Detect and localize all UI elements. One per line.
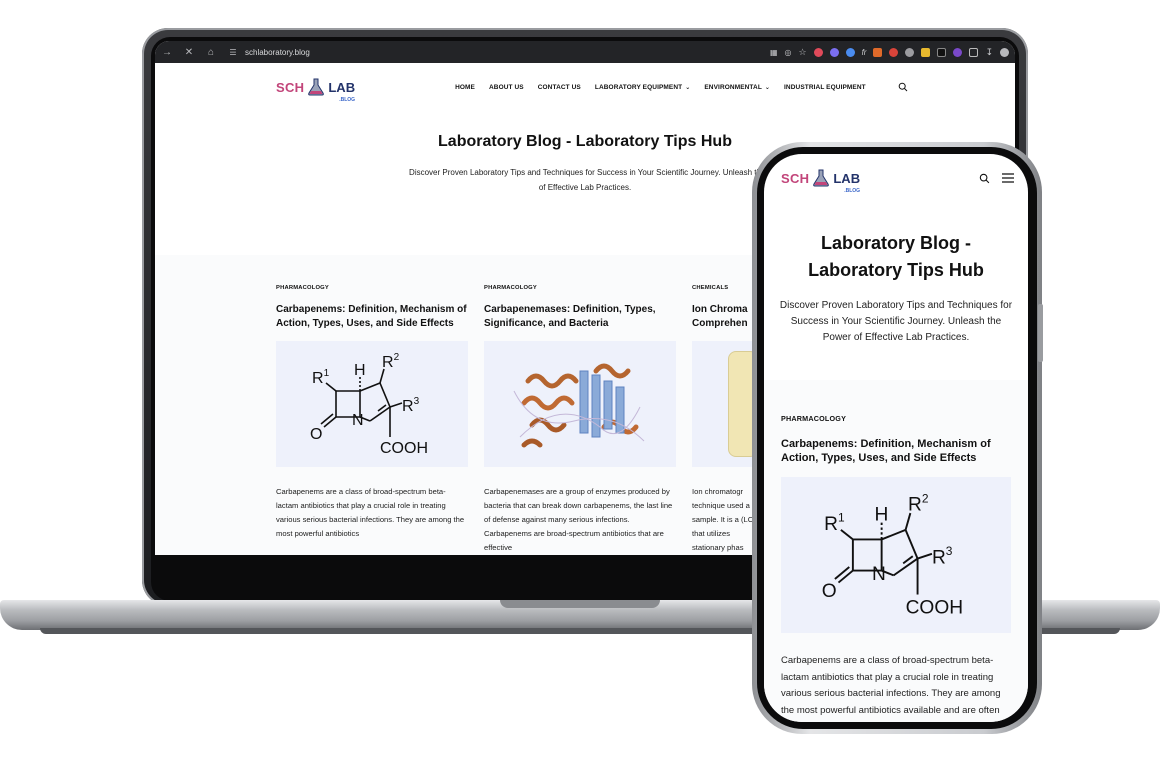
logo-sch: SCH bbox=[276, 79, 305, 95]
phone-screen: SCH LAB .BLOG Laboratory Blog - Laborato… bbox=[764, 154, 1028, 722]
extension-icon[interactable] bbox=[937, 47, 947, 57]
puzzle-icon[interactable] bbox=[969, 47, 979, 57]
search-icon[interactable] bbox=[979, 173, 990, 184]
page-subtitle: Discover Proven Laboratory Tips and Tech… bbox=[779, 300, 1013, 343]
post-excerpt: Carbapenems are a class of broad-spectru… bbox=[781, 655, 1001, 722]
main-menu: HOME ABOUT US CONTACT US LABORATORY EQUI… bbox=[455, 82, 908, 92]
logo-blog: .BLOG bbox=[339, 97, 356, 103]
molecule-diagram: R1 H R2 R3 N O COOH bbox=[310, 352, 428, 457]
page-title: Laboratory Blog - Laboratory Tips Hub bbox=[764, 230, 1028, 284]
post-excerpt: Carbapenemases are a group of enzymes pr… bbox=[484, 487, 673, 552]
molecule-label: R2 bbox=[908, 491, 929, 515]
star-icon[interactable]: ☆ bbox=[798, 47, 806, 58]
chevron-down-icon: ⌄ bbox=[685, 84, 691, 91]
subtitle-line: of Effective Lab Practices. bbox=[538, 183, 632, 192]
hamburger-menu-icon[interactable] bbox=[1002, 173, 1014, 183]
browser-toolbar: → ✕ ⌂ ☰ schlaboratory.blog ▦ ◎ ☆ fr ↧ bbox=[155, 41, 1015, 63]
extension-icon[interactable] bbox=[829, 47, 839, 57]
chevron-down-icon: ⌄ bbox=[764, 84, 771, 91]
menu-item-industrial-equipment[interactable]: INDUSTRIAL EQUIPMENT bbox=[784, 84, 866, 91]
menu-item-label: ENVIRONMENTAL bbox=[704, 83, 762, 91]
extension-icon[interactable] bbox=[813, 47, 823, 57]
post-title[interactable]: Carbapenems: Definition, Mechanism of Ac… bbox=[276, 303, 468, 331]
title-line: Laboratory Blog - bbox=[820, 233, 971, 253]
molecule-label: R3 bbox=[932, 544, 953, 568]
extension-icon[interactable] bbox=[921, 47, 931, 57]
address-bar[interactable]: ☰ schlaboratory.blog bbox=[227, 48, 760, 57]
site-logo[interactable]: SCH LAB .BLOG bbox=[781, 168, 861, 194]
flask-icon bbox=[813, 169, 830, 187]
subtitle-line: Discover Proven Laboratory Tips and Tech… bbox=[409, 168, 761, 177]
phone-side-button bbox=[1038, 304, 1043, 362]
eye-off-icon[interactable]: ◎ bbox=[785, 48, 792, 57]
molecule-label: O bbox=[310, 426, 322, 443]
home-icon[interactable]: ⌂ bbox=[205, 47, 217, 58]
search-icon[interactable] bbox=[898, 82, 908, 92]
extension-icon[interactable] bbox=[845, 47, 855, 57]
menu-item-home[interactable]: HOME bbox=[455, 84, 475, 91]
title-line: Laboratory Tips Hub bbox=[808, 260, 984, 280]
molecule-label: COOH bbox=[380, 440, 428, 457]
logo-lab: LAB bbox=[328, 79, 356, 95]
laptop-notch bbox=[500, 600, 660, 608]
avatar[interactable] bbox=[1000, 47, 1009, 57]
molecule-label: R3 bbox=[402, 396, 420, 415]
post-thumbnail[interactable] bbox=[484, 341, 676, 467]
post-category[interactable]: PHARMACOLOGY bbox=[781, 414, 1011, 423]
post-category[interactable]: PHARMACOLOGY bbox=[484, 285, 676, 291]
close-icon[interactable]: ✕ bbox=[183, 47, 195, 58]
post-category[interactable]: PHARMACOLOGY bbox=[276, 285, 468, 291]
logo-lab: LAB bbox=[833, 170, 861, 186]
flask-icon bbox=[308, 78, 325, 96]
mobile-post-list: PHARMACOLOGY Carbapenems: Definition, Me… bbox=[764, 380, 1028, 722]
post-title[interactable]: Carbapenemases: Definition, Types, Signi… bbox=[484, 303, 676, 331]
extensions-row: ▦ ◎ ☆ fr ↧ bbox=[770, 47, 1009, 58]
extension-icon[interactable] bbox=[905, 47, 915, 57]
menu-item-label: LABORATORY EQUIPMENT bbox=[594, 83, 683, 91]
site-header: SCH LAB .BLOG HOME ABOUT US CONTACT US L… bbox=[155, 63, 1015, 111]
molecule-label: COOH bbox=[906, 598, 963, 619]
site-info-icon[interactable]: ☰ bbox=[227, 48, 239, 57]
site-logo[interactable]: SCH LAB .BLOG bbox=[276, 77, 356, 103]
logo-sch: SCH bbox=[781, 170, 810, 186]
extension-icon[interactable]: fr bbox=[862, 48, 867, 57]
menu-item-contact-us[interactable]: CONTACT US bbox=[538, 84, 581, 91]
menu-item-environmental[interactable]: ENVIRONMENTAL ⌄ bbox=[704, 84, 770, 91]
menu-item-laboratory-equipment[interactable]: LABORATORY EQUIPMENT ⌄ bbox=[595, 84, 691, 91]
url-text[interactable]: schlaboratory.blog bbox=[245, 48, 310, 57]
molecule-label: O bbox=[822, 581, 837, 602]
post-card[interactable]: PHARMACOLOGY Carbapenemases: Definition,… bbox=[484, 285, 676, 555]
molecule-label: H bbox=[354, 362, 366, 379]
translate-icon[interactable]: ▦ bbox=[770, 48, 778, 57]
molecule-label: N bbox=[352, 412, 364, 429]
mobile-header-actions bbox=[979, 173, 1014, 184]
extension-icon[interactable] bbox=[873, 47, 883, 57]
post-thumbnail[interactable]: R1 H R2 R3 N O COOH bbox=[276, 341, 468, 467]
forward-icon[interactable]: → bbox=[161, 47, 173, 58]
extension-icon[interactable] bbox=[953, 47, 963, 57]
post-excerpt: Carbapenems are a class of broad-spectru… bbox=[276, 487, 465, 538]
molecule-label: N bbox=[872, 564, 886, 585]
download-icon[interactable]: ↧ bbox=[985, 47, 993, 58]
molecule-label: H bbox=[874, 504, 888, 525]
post-thumbnail[interactable]: R1 H R2 R3 N O COOH bbox=[781, 477, 1011, 633]
protein-structure-image bbox=[513, 363, 645, 448]
mobile-header: SCH LAB .BLOG bbox=[764, 154, 1028, 202]
post-card[interactable]: PHARMACOLOGY Carbapenems: Definition, Me… bbox=[276, 285, 468, 541]
post-title[interactable]: Carbapenems: Definition, Mechanism of Ac… bbox=[781, 437, 1011, 465]
mobile-hero: Laboratory Blog - Laboratory Tips Hub Di… bbox=[764, 202, 1028, 346]
logo-blog: .BLOG bbox=[844, 188, 861, 194]
molecule-label: R2 bbox=[382, 352, 400, 371]
post-card[interactable]: PHARMACOLOGY Carbapenems: Definition, Me… bbox=[781, 414, 1011, 722]
page-subtitle: Discover Proven Laboratory Tips and Tech… bbox=[385, 165, 785, 195]
menu-item-about-us[interactable]: ABOUT US bbox=[489, 84, 524, 91]
molecule-diagram: R1 H R2 R3 N O COOH bbox=[822, 491, 963, 619]
extension-icon[interactable] bbox=[889, 47, 899, 57]
